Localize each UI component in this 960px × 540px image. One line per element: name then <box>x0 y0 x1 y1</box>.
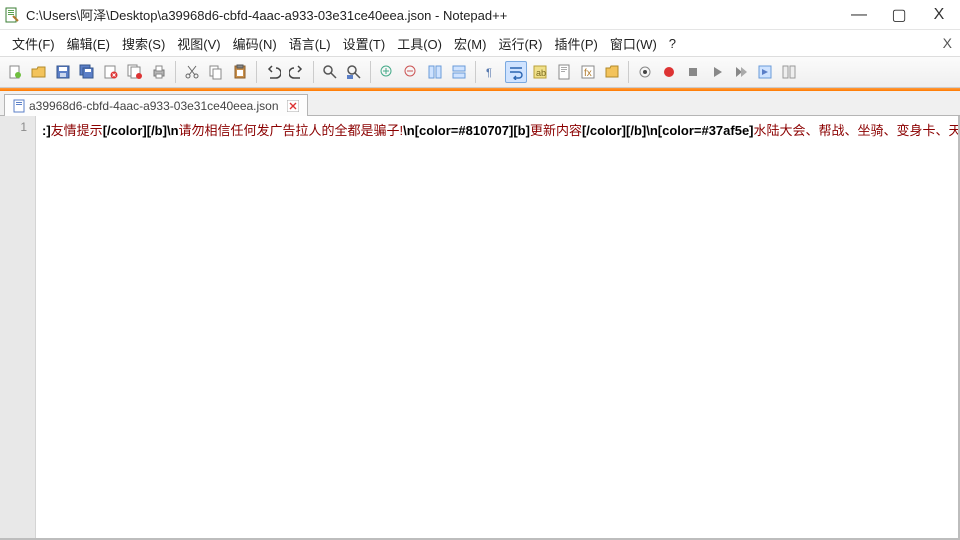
save-macro-icon[interactable] <box>754 61 776 83</box>
record-macro-icon[interactable] <box>658 61 680 83</box>
menu-window[interactable]: 窗口(W) <box>604 32 663 55</box>
tab-bar: a39968d6-cbfd-4aac-a933-03e31ce40eea.jso… <box>0 88 960 116</box>
wordwrap-icon[interactable] <box>505 61 527 83</box>
editor-area: 1 :]友情提示[/color][/b]\n请勿相信任何发广告拉人的全都是骗子!… <box>0 116 960 540</box>
line-number-gutter: 1 <box>0 116 36 538</box>
toolbar: ¶ ab fx <box>0 56 960 88</box>
code-line: :]友情提示[/color][/b]\n请勿相信任何发广告拉人的全都是骗子!\n… <box>42 120 954 139</box>
menu-plugins[interactable]: 插件(P) <box>549 32 604 55</box>
toolbar-separator <box>628 61 629 83</box>
menu-settings[interactable]: 设置(T) <box>337 32 392 55</box>
maximize-button[interactable]: ▢ <box>890 5 908 25</box>
menu-macro[interactable]: 宏(M) <box>448 32 493 55</box>
compare-icon[interactable] <box>778 61 800 83</box>
toolbar-separator <box>256 61 257 83</box>
menu-help[interactable]: ? <box>663 34 682 53</box>
code-area[interactable]: :]友情提示[/color][/b]\n请勿相信任何发广告拉人的全都是骗子!\n… <box>36 116 958 538</box>
replace-icon[interactable] <box>343 61 365 83</box>
play-macro-icon[interactable] <box>706 61 728 83</box>
toolbar-separator <box>313 61 314 83</box>
menu-tools[interactable]: 工具(O) <box>391 32 448 55</box>
document-tab[interactable]: a39968d6-cbfd-4aac-a933-03e31ce40eea.jso… <box>4 94 308 116</box>
svg-text:¶: ¶ <box>486 67 492 79</box>
doc-map-icon[interactable] <box>553 61 575 83</box>
func-list-icon[interactable]: fx <box>577 61 599 83</box>
tab-close-icon[interactable] <box>287 100 299 112</box>
paste-icon[interactable] <box>229 61 251 83</box>
monitor-icon[interactable] <box>634 61 656 83</box>
redo-icon[interactable] <box>286 61 308 83</box>
line-number: 1 <box>0 120 27 134</box>
menu-encoding[interactable]: 编码(N) <box>227 32 283 55</box>
minimize-button[interactable]: — <box>850 6 868 24</box>
cut-icon[interactable] <box>181 61 203 83</box>
close-button[interactable]: X <box>930 6 948 24</box>
print-icon[interactable] <box>148 61 170 83</box>
open-file-icon[interactable] <box>28 61 50 83</box>
window-title: C:\Users\阿泽\Desktop\a39968d6-cbfd-4aac-a… <box>26 5 850 24</box>
copy-icon[interactable] <box>205 61 227 83</box>
menu-run[interactable]: 运行(R) <box>492 32 548 55</box>
find-icon[interactable] <box>319 61 341 83</box>
close-all-icon[interactable] <box>124 61 146 83</box>
save-icon[interactable] <box>52 61 74 83</box>
svg-text:ab: ab <box>536 68 546 78</box>
menu-view[interactable]: 视图(V) <box>171 32 226 55</box>
tab-label: a39968d6-cbfd-4aac-a933-03e31ce40eea.jso… <box>29 99 279 113</box>
doc-close-button[interactable]: X <box>943 35 952 51</box>
svg-text:fx: fx <box>584 68 592 79</box>
save-all-icon[interactable] <box>76 61 98 83</box>
menubar: 文件(F) 编辑(E) 搜索(S) 视图(V) 编码(N) 语言(L) 设置(T… <box>0 30 960 56</box>
window-buttons: — ▢ X <box>850 5 956 25</box>
undo-icon[interactable] <box>262 61 284 83</box>
folder-panel-icon[interactable] <box>601 61 623 83</box>
sync-h-icon[interactable] <box>448 61 470 83</box>
menu-edit[interactable]: 编辑(E) <box>61 32 116 55</box>
user-lang-icon[interactable]: ab <box>529 61 551 83</box>
menu-file[interactable]: 文件(F) <box>6 32 61 55</box>
menu-language[interactable]: 语言(L) <box>283 32 337 55</box>
close-file-icon[interactable] <box>100 61 122 83</box>
window-titlebar: C:\Users\阿泽\Desktop\a39968d6-cbfd-4aac-a… <box>0 0 960 30</box>
sync-v-icon[interactable] <box>424 61 446 83</box>
toolbar-separator <box>475 61 476 83</box>
toolbar-separator <box>370 61 371 83</box>
new-file-icon[interactable] <box>4 61 26 83</box>
menu-search[interactable]: 搜索(S) <box>116 32 171 55</box>
app-icon <box>4 7 20 23</box>
toggle-ws-icon[interactable]: ¶ <box>481 61 503 83</box>
stop-macro-icon[interactable] <box>682 61 704 83</box>
file-icon <box>13 99 25 113</box>
zoom-out-icon[interactable] <box>400 61 422 83</box>
zoom-in-icon[interactable] <box>376 61 398 83</box>
toolbar-separator <box>175 61 176 83</box>
play-multi-icon[interactable] <box>730 61 752 83</box>
